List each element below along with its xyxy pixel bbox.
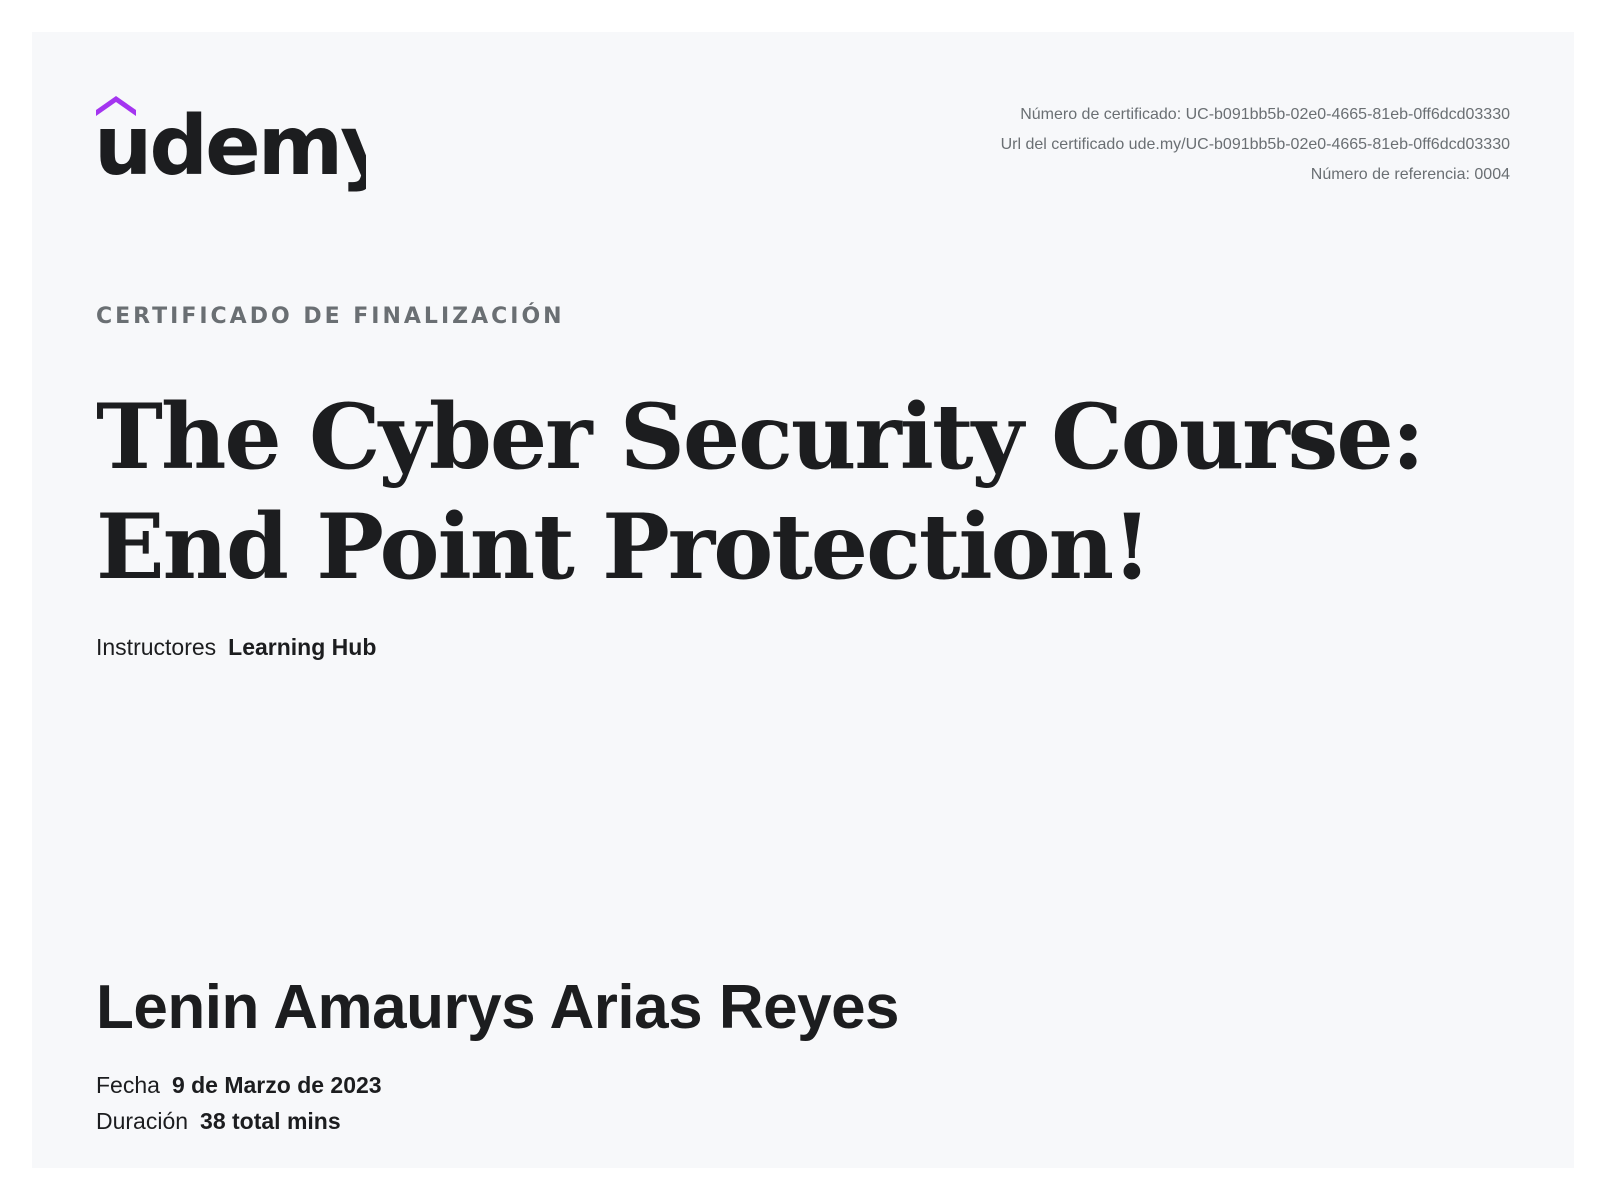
course-title: The Cyber Security Course: End Point Pro… — [96, 384, 1425, 600]
certificate-heading: CERTIFICADO DE FINALIZACIÓN — [96, 304, 565, 329]
date-line: Fecha 9 de Marzo de 2023 — [96, 1072, 382, 1099]
reference-number: Número de referencia: 0004 — [1310, 166, 1510, 183]
instructors-label: Instructores — [96, 634, 217, 660]
instructors-value: Learning Hub — [228, 634, 377, 660]
instructors-line: Instructores Learning Hub — [96, 634, 376, 661]
certificate-number: Número de certificado: UC-b091bb5b-02e0-… — [1020, 106, 1510, 123]
udemy-logo-icon: udemy — [96, 96, 366, 194]
certificate-page: udemy Número de certificado: UC-b091bb5b… — [32, 32, 1574, 1168]
udemy-logo: udemy — [96, 96, 366, 196]
certificate-meta: Número de certificado: UC-b091bb5b-02e0-… — [1001, 100, 1510, 190]
certificate-url[interactable]: Url del certificado ude.my/UC-b091bb5b-0… — [1001, 130, 1510, 160]
duration-label: Duración — [96, 1108, 189, 1134]
svg-text:udemy: udemy — [96, 99, 366, 194]
duration-value: 38 total mins — [200, 1108, 341, 1134]
date-value: 9 de Marzo de 2023 — [171, 1072, 382, 1098]
duration-line: Duración 38 total mins — [96, 1108, 341, 1135]
student-name: Lenin Amaurys Arias Reyes — [96, 973, 900, 1042]
date-label: Fecha — [96, 1072, 160, 1098]
